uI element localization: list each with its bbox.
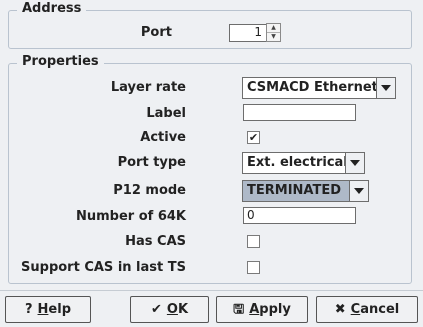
support-cas-label: Support CAS in last TS — [21, 260, 186, 275]
active-label: Active — [140, 130, 186, 145]
check-icon: ✔ — [150, 302, 162, 317]
properties-group-title: Properties — [17, 54, 104, 70]
p12-mode-value: TERMINATED — [247, 183, 342, 198]
help-icon: ? — [24, 302, 33, 317]
spin-up-icon[interactable]: ▲ — [267, 24, 280, 33]
port-type-dropdown[interactable]: Ext. electrical — [242, 152, 365, 174]
port-spinner-buttons[interactable]: ▲ ▼ — [266, 23, 281, 42]
chevron-down-icon[interactable] — [345, 153, 364, 173]
help-button[interactable]: ? Help — [5, 296, 91, 323]
active-checkbox[interactable]: ✔ — [247, 131, 260, 144]
has-cas-label: Has CAS — [125, 234, 186, 249]
chevron-down-icon[interactable] — [376, 78, 395, 98]
port-type-value: Ext. electrical — [247, 155, 348, 170]
address-group-title: Address — [17, 1, 87, 17]
close-icon: ✖ — [334, 302, 346, 317]
apply-button[interactable]: 🖫 Apply — [216, 296, 308, 323]
layer-rate-value: CSMACD Ethernet — [247, 80, 378, 95]
label-input[interactable] — [243, 104, 356, 121]
number-of-64k-input[interactable]: 0 — [243, 207, 356, 224]
support-cas-checkbox[interactable] — [247, 261, 260, 274]
chevron-down-icon[interactable] — [349, 181, 368, 201]
has-cas-checkbox[interactable] — [247, 235, 260, 248]
port-spinner[interactable]: 1 — [229, 24, 267, 42]
button-separator — [0, 290, 423, 291]
ok-button[interactable]: ✔ OK — [130, 296, 209, 323]
spin-down-icon[interactable]: ▼ — [267, 33, 280, 41]
address-group: Address — [8, 1, 412, 49]
p12-mode-label: P12 mode — [113, 183, 186, 198]
cancel-button[interactable]: ✖ Cancel — [316, 296, 418, 323]
layer-rate-dropdown[interactable]: CSMACD Ethernet — [242, 77, 396, 99]
save-icon: 🖫 — [233, 302, 245, 317]
layer-rate-label: Layer rate — [110, 80, 186, 95]
label-label: Label — [146, 106, 186, 121]
port-label: Port — [140, 25, 172, 40]
number-of-64k-label: Number of 64K — [75, 209, 186, 224]
p12-mode-dropdown[interactable]: TERMINATED — [242, 180, 369, 202]
port-type-label: Port type — [117, 155, 186, 170]
